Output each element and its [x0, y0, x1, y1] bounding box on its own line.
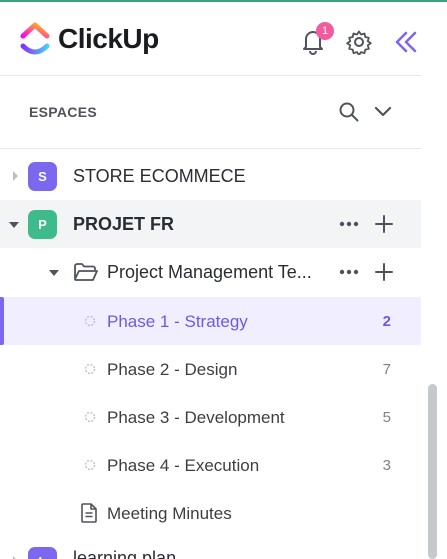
list-name: Phase 2 - Design	[107, 360, 238, 379]
list-status-icon	[84, 363, 96, 375]
caret-right-icon[interactable]	[10, 171, 20, 181]
folder-open-icon	[74, 263, 98, 281]
space-avatar: L	[28, 547, 57, 559]
space-item-store-ecommece[interactable]: S STORE ECOMMECE	[0, 152, 421, 200]
space-avatar: P	[28, 210, 57, 239]
search-icon[interactable]	[338, 101, 360, 123]
space-name: STORE ECOMMECE	[73, 166, 246, 186]
list-item-phase-4[interactable]: Phase 4 - Execution 3	[0, 441, 421, 489]
caret-down-icon[interactable]	[49, 268, 59, 278]
task-count: 7	[382, 361, 391, 378]
scrollbar-thumb[interactable]	[428, 384, 437, 559]
space-item-learning-plan[interactable]: L learning plan	[0, 537, 421, 559]
task-count: 2	[382, 313, 391, 330]
space-name: learning plan	[73, 548, 177, 559]
active-indicator	[0, 297, 4, 345]
list-name: Phase 3 - Development	[107, 408, 285, 427]
list-status-icon	[84, 315, 96, 327]
more-options-icon[interactable]	[339, 221, 359, 227]
list-name: Phase 4 - Execution	[107, 456, 260, 475]
task-count: 3	[382, 457, 391, 474]
list-status-icon	[84, 411, 96, 423]
space-avatar: S	[28, 162, 57, 191]
clickup-logo-icon	[20, 22, 50, 55]
list-item-phase-1[interactable]: Phase 1 - Strategy 2	[0, 297, 421, 345]
caret-down-icon[interactable]	[9, 220, 19, 230]
space-item-projet-fr[interactable]: P PROJET FR	[0, 200, 421, 248]
list-status-icon	[84, 459, 96, 471]
space-name: PROJET FR	[73, 214, 175, 234]
doc-item-meeting-minutes[interactable]: Meeting Minutes	[0, 489, 421, 537]
folder-name: Project Management Te...	[107, 262, 312, 282]
app-name: ClickUp	[58, 23, 159, 54]
add-icon[interactable]	[375, 263, 393, 281]
doc-name: Meeting Minutes	[107, 504, 232, 523]
list-item-phase-2[interactable]: Phase 2 - Design 7	[0, 345, 421, 393]
spaces-title: ESPACES	[29, 104, 97, 120]
clickup-logo[interactable]: ClickUp	[20, 22, 159, 56]
chevron-down-icon[interactable]	[373, 103, 393, 121]
list-item-phase-3[interactable]: Phase 3 - Development 5	[0, 393, 421, 441]
spaces-section-header: ESPACES	[0, 77, 421, 149]
list-name: Phase 1 - Strategy	[107, 312, 248, 331]
sidebar-header: ClickUp 1	[0, 2, 421, 76]
task-count: 5	[382, 409, 391, 426]
collapse-sidebar-icon[interactable]	[393, 30, 419, 54]
notification-count-badge: 1	[316, 22, 334, 40]
folder-item-project-management[interactable]: Project Management Te...	[0, 248, 421, 296]
settings-gear-icon[interactable]	[346, 29, 372, 55]
more-options-icon[interactable]	[339, 269, 359, 275]
document-icon	[81, 503, 97, 523]
add-icon[interactable]	[375, 215, 393, 233]
